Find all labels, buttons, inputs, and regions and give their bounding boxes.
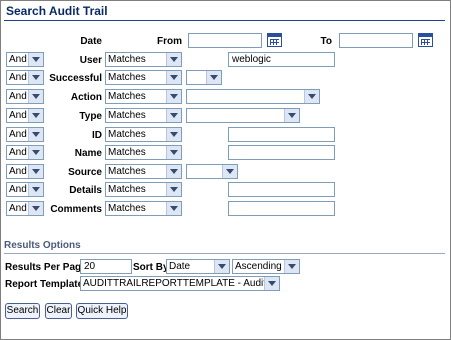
criteria-label-type: Type <box>79 111 102 122</box>
chevron-down-icon <box>28 165 43 178</box>
operator-select[interactable]: Matches <box>105 127 182 142</box>
action-value-select[interactable] <box>186 89 320 104</box>
chevron-down-icon <box>166 183 181 196</box>
user-value-input[interactable]: weblogic <box>228 52 335 67</box>
successful-value-select[interactable] <box>186 70 222 85</box>
date-from-input[interactable] <box>188 33 262 48</box>
operator-select[interactable]: Matches <box>105 182 182 197</box>
criteria-label-details: Details <box>69 185 102 196</box>
conjunction-select[interactable]: And <box>6 108 44 123</box>
chevron-down-icon <box>166 90 181 103</box>
to-label: To <box>320 36 332 47</box>
sort-by-select[interactable]: Date <box>166 259 230 274</box>
sort-order-select[interactable]: Ascending <box>232 259 300 274</box>
page-title: Search Audit Trail <box>6 4 108 18</box>
criteria-label-user: User <box>79 55 102 66</box>
name-value-input[interactable] <box>228 145 335 160</box>
criteria-label-action: Action <box>70 92 102 103</box>
operator-select[interactable]: Matches <box>105 70 182 85</box>
conjunction-select[interactable]: And <box>6 145 44 160</box>
chevron-down-icon <box>166 71 181 84</box>
results-options-divider <box>4 253 445 254</box>
operator-select[interactable]: Matches <box>105 201 182 216</box>
criteria-label-comments: Comments <box>50 204 102 215</box>
chevron-down-icon <box>284 260 299 273</box>
conjunction-select[interactable]: And <box>6 70 44 85</box>
search-button[interactable]: Search <box>5 303 40 319</box>
operator-select[interactable]: Matches <box>105 108 182 123</box>
results-per-page-label: Results Per Page: <box>5 262 91 273</box>
type-value-select[interactable] <box>186 108 300 123</box>
calendar-icon[interactable] <box>267 33 282 47</box>
id-value-input[interactable] <box>228 127 335 142</box>
chevron-down-icon <box>28 71 43 84</box>
date-label: Date <box>80 36 102 47</box>
chevron-down-icon <box>304 90 319 103</box>
details-value-input[interactable] <box>228 182 335 197</box>
from-label: From <box>157 36 182 47</box>
conjunction-select[interactable]: And <box>6 52 44 67</box>
chevron-down-icon <box>264 277 279 290</box>
conjunction-select[interactable]: And <box>6 201 44 216</box>
results-per-page-input[interactable]: 20 <box>80 259 132 274</box>
report-template-label: Report Template <box>5 279 84 290</box>
operator-select[interactable]: Matches <box>105 164 182 179</box>
conjunction-select[interactable]: And <box>6 182 44 197</box>
chevron-down-icon <box>166 146 181 159</box>
operator-select[interactable]: Matches <box>105 52 182 67</box>
conjunction-select[interactable]: And <box>6 164 44 179</box>
chevron-down-icon <box>28 53 43 66</box>
chevron-down-icon <box>284 109 299 122</box>
report-template-select[interactable]: AUDITTRAILREPORTTEMPLATE - Audit Trail <box>80 276 280 291</box>
date-to-input[interactable] <box>339 33 413 48</box>
criteria-label-source: Source <box>68 167 102 178</box>
chevron-down-icon <box>166 128 181 141</box>
results-options-heading: Results Options <box>4 240 81 251</box>
clear-button[interactable]: Clear <box>45 303 72 319</box>
chevron-down-icon <box>166 165 181 178</box>
criteria-label-id: ID <box>92 130 102 141</box>
conjunction-select[interactable]: And <box>6 89 44 104</box>
chevron-down-icon <box>28 109 43 122</box>
chevron-down-icon <box>214 260 229 273</box>
title-divider <box>4 20 445 21</box>
criteria-label-successful: Successful <box>49 73 102 84</box>
chevron-down-icon <box>28 183 43 196</box>
operator-select[interactable]: Matches <box>105 145 182 160</box>
criteria-label-name: Name <box>74 148 102 159</box>
chevron-down-icon <box>28 128 43 141</box>
source-value-select[interactable] <box>186 164 238 179</box>
chevron-down-icon <box>222 165 237 178</box>
chevron-down-icon <box>166 53 181 66</box>
conjunction-select[interactable]: And <box>6 127 44 142</box>
calendar-icon[interactable] <box>418 33 433 47</box>
chevron-down-icon <box>206 71 221 84</box>
chevron-down-icon <box>166 109 181 122</box>
chevron-down-icon <box>28 90 43 103</box>
chevron-down-icon <box>28 202 43 215</box>
chevron-down-icon <box>166 202 181 215</box>
comments-value-input[interactable] <box>228 201 335 216</box>
quick-help-button[interactable]: Quick Help <box>76 303 128 319</box>
operator-select[interactable]: Matches <box>105 89 182 104</box>
chevron-down-icon <box>28 146 43 159</box>
